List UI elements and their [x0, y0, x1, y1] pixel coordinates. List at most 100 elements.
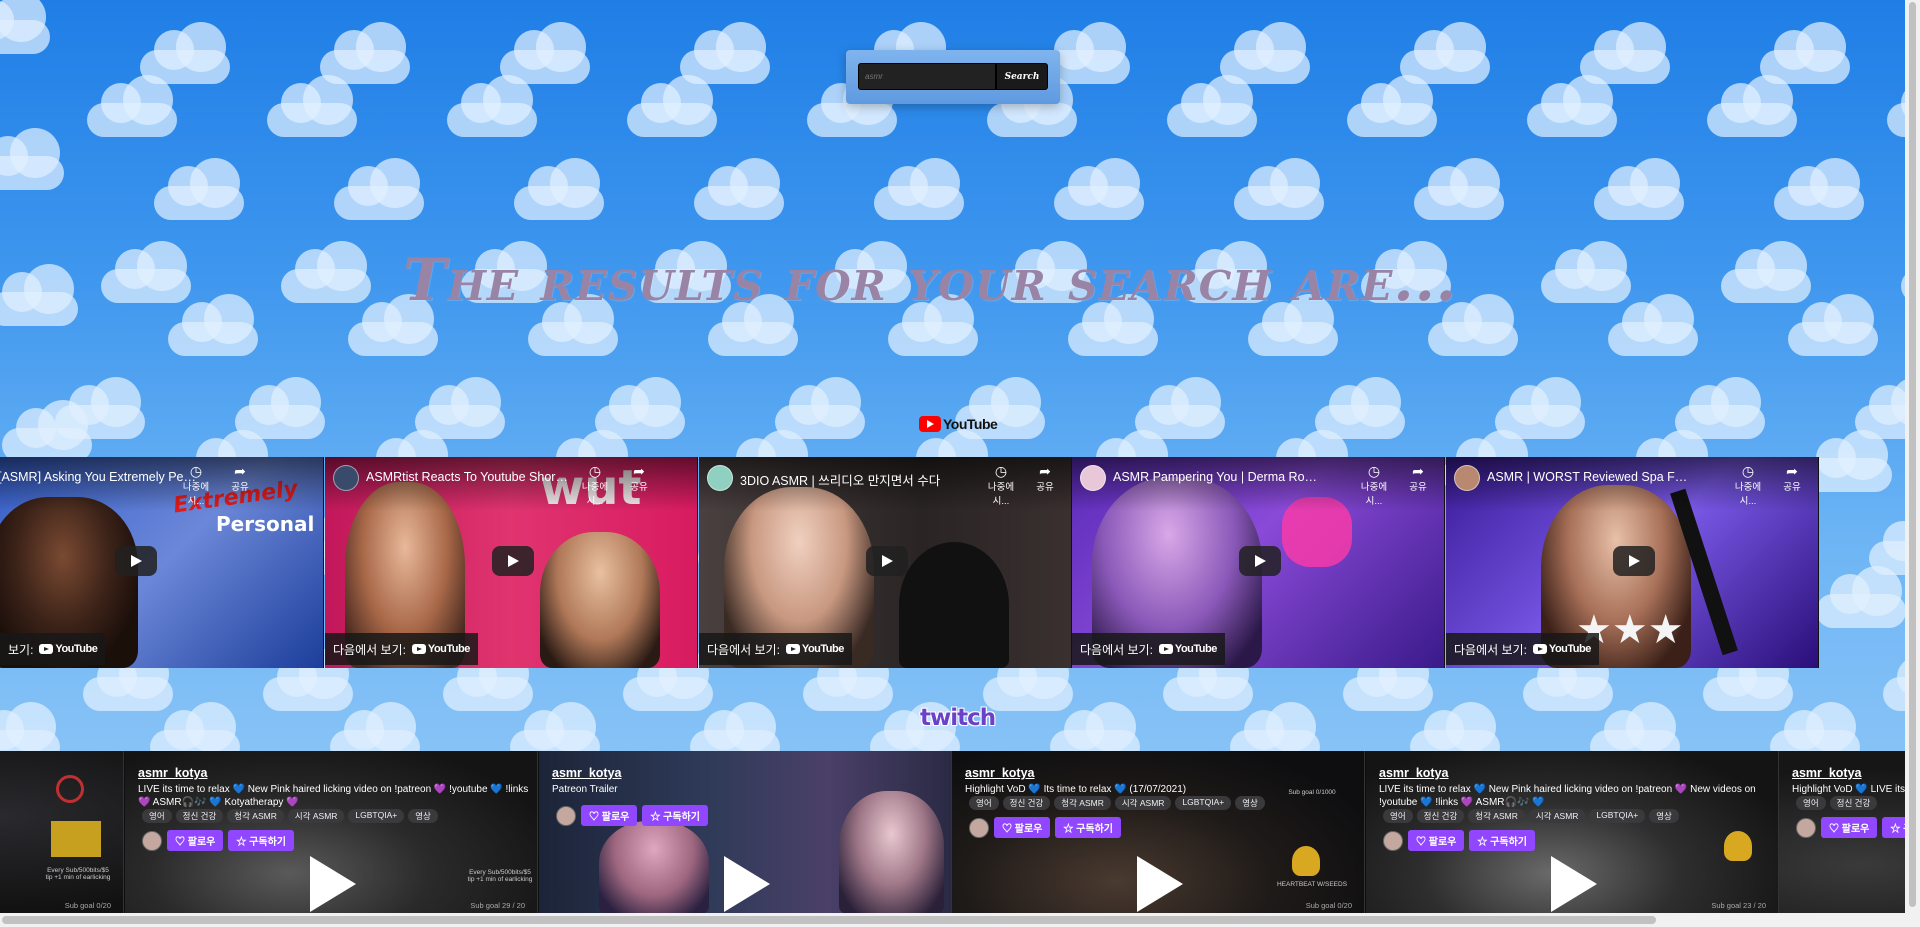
watch-on-youtube[interactable]: 보기: YouTube [0, 633, 106, 665]
share-button[interactable]: ➦ 공유 [619, 463, 659, 493]
twitch-stream-card[interactable]: asmr_kotya Patreon Trailer ♡ 팔로우 ☆ 구독하기 [539, 751, 952, 914]
tag[interactable]: 영어 [1796, 796, 1826, 810]
channel-name[interactable]: asmr_kotya [1379, 766, 1449, 780]
tag[interactable]: 시각 ASMR [1114, 796, 1172, 810]
star-icon: ☆ [236, 837, 250, 848]
share-button[interactable]: ➦ 공유 [1398, 463, 1438, 493]
youtube-video-card[interactable]: ★★★ ASMR | WORST Reviewed Spa Facial ◷ 나중… [1446, 457, 1819, 668]
subscribe-button[interactable]: ☆ 구독하기 [642, 805, 708, 826]
share-button[interactable]: ➦ 공유 [220, 463, 260, 493]
youtube-mini-logo: YouTube [39, 643, 98, 655]
play-icon[interactable] [1137, 856, 1183, 912]
video-title[interactable]: [ASMR] Asking You Extremely Person... [0, 470, 198, 484]
channel-avatar[interactable] [556, 805, 576, 826]
watch-later-button[interactable]: ◷ 나중에 시... [981, 463, 1021, 507]
share-button[interactable]: ➦ 공유 [1772, 463, 1812, 493]
search-button[interactable]: Search [996, 63, 1048, 90]
watch-later-button[interactable]: ◷ 나중에 시... [176, 463, 216, 507]
channel-name[interactable]: asmr_kotya [965, 766, 1035, 780]
tag[interactable]: LGBTQIA+ [1175, 796, 1232, 810]
tag[interactable]: 영어 [142, 809, 172, 823]
tag[interactable]: 청각 ASMR [1054, 796, 1111, 810]
subscribe-button[interactable]: ☆ 구독하기 [1469, 830, 1535, 851]
youtube-video-card[interactable]: 3DIO ASMR | 쓰리디오 만지면서 수다 ◷ 나중에 시... ➦ 공유 다… [699, 457, 1072, 668]
channel-avatar[interactable] [1454, 465, 1480, 491]
tag[interactable]: 정신 건강 [1829, 796, 1878, 810]
subscribe-button[interactable]: ☆ 구독하기 [1055, 817, 1121, 838]
video-title[interactable]: 3DIO ASMR | 쓰리디오 만지면서 수다 [740, 470, 945, 489]
share-button[interactable]: ➦ 공유 [1025, 463, 1065, 493]
video-title[interactable]: ASMRtist Reacts To Youtube Shorts A... [366, 470, 571, 484]
channel-avatar[interactable] [142, 830, 162, 851]
youtube-video-card[interactable]: ASMR Pampering You | Derma Rolling ... ◷… [1072, 457, 1445, 668]
channel-avatar[interactable] [1080, 465, 1106, 491]
play-button[interactable] [492, 546, 534, 576]
sub-goal: Sub goal 29 / 20 [470, 901, 525, 910]
subscribe-button[interactable]: ☆ 구독하기 [228, 830, 294, 851]
play-button[interactable] [115, 546, 157, 576]
watch-later-button[interactable]: ◷ 나중에 시... [575, 463, 615, 507]
channel-avatar[interactable] [1383, 830, 1403, 851]
vertical-scrollbar[interactable] [1905, 0, 1920, 927]
tag[interactable]: 청각 ASMR [227, 809, 284, 823]
youtube-mini-logo: YouTube [785, 643, 844, 655]
channel-avatar[interactable] [969, 817, 989, 838]
youtube-video-card[interactable]: wut ASMRtist Reacts To Youtube Shorts A.… [325, 457, 698, 668]
tag[interactable]: 영상 [1235, 796, 1265, 810]
horizontal-scrollbar[interactable] [0, 913, 1905, 927]
tag[interactable]: LGBTQIA+ [1589, 809, 1646, 823]
channel-avatar[interactable] [333, 465, 359, 491]
watch-on-youtube[interactable]: 다음에서 보기: YouTube [699, 633, 852, 665]
heart-icon: ♡ [1002, 824, 1015, 835]
tag[interactable]: 정신 건강 [1416, 809, 1465, 823]
tag[interactable]: 정신 건강 [1002, 796, 1051, 810]
follow-button[interactable]: ♡ 팔로우 [167, 830, 224, 851]
tag[interactable]: 영상 [408, 809, 438, 823]
follow-button[interactable]: ♡ 팔로우 [1408, 830, 1465, 851]
channel-avatar[interactable] [707, 465, 733, 491]
tag[interactable]: 시각 ASMR [1528, 809, 1586, 823]
tag[interactable]: LGBTQIA+ [348, 809, 405, 823]
twitch-stream-card[interactable]: asmr_kotya LIVE its time to relax 💙 New … [1366, 751, 1779, 914]
stream-tags: 영어 정신 건강 [1796, 796, 1878, 810]
watch-later-button[interactable]: ◷ 나중에 시... [1354, 463, 1394, 507]
play-button[interactable] [866, 546, 908, 576]
follow-button[interactable]: ♡ 팔로우 [581, 805, 638, 826]
watch-later-button[interactable]: ◷ 나중에 시... [1728, 463, 1768, 507]
vertical-scroll-thumb[interactable] [1909, 2, 1916, 907]
cloud [1527, 75, 1617, 137]
tag[interactable]: 영상 [1649, 809, 1679, 823]
tag[interactable]: 영어 [1383, 809, 1413, 823]
overlay-caption: Every Sub/500bits/$5 tip +1 min of earli… [467, 869, 533, 883]
play-icon[interactable] [1551, 856, 1597, 912]
tag[interactable]: 청각 ASMR [1468, 809, 1525, 823]
play-button[interactable] [1613, 546, 1655, 576]
play-icon[interactable] [724, 856, 770, 912]
follow-button[interactable]: ♡ 팔로우 [994, 817, 1051, 838]
horizontal-scroll-thumb[interactable] [2, 916, 1656, 924]
tag[interactable]: 정신 건강 [175, 809, 224, 823]
follow-button[interactable]: ♡ 팔로우 [1821, 817, 1878, 838]
youtube-video-card[interactable]: Extremely Personal [ASMR] Asking You Ext… [0, 457, 324, 668]
video-title[interactable]: ASMR Pampering You | Derma Rolling ... [1113, 470, 1318, 484]
watch-on-youtube[interactable]: 다음에서 보기: YouTube [325, 633, 478, 665]
subscribe-button[interactable]: ☆ 구독하기 [1882, 817, 1905, 838]
channel-name[interactable]: asmr_kotya [552, 766, 622, 780]
play-icon[interactable] [310, 856, 356, 912]
twitch-stream-card[interactable]: asmr_kotya Highlight VoD 💙 LIVE its ti..… [1779, 751, 1905, 914]
twitch-stream-card[interactable]: Every Sub/500bits/$5 tip +1 min of earli… [0, 751, 124, 914]
channel-name[interactable]: asmr_kotya [1792, 766, 1862, 780]
twitch-stream-card[interactable]: Sub goal 0/1000 HEARTBEAT W/SEEDS asmr_k… [952, 751, 1365, 914]
play-button[interactable] [1239, 546, 1281, 576]
channel-avatar[interactable] [1796, 817, 1816, 838]
clock-icon: ◷ [189, 463, 203, 479]
tag[interactable]: 시각 ASMR [287, 809, 345, 823]
search-input[interactable] [858, 63, 996, 90]
watch-on-youtube[interactable]: 다음에서 보기: YouTube [1446, 633, 1599, 665]
tag[interactable]: 영어 [969, 796, 999, 810]
channel-name[interactable]: asmr_kotya [138, 766, 208, 780]
twitch-stream-card[interactable]: Every Sub/500bits/$5 tip +1 min of earli… [125, 751, 538, 914]
video-title[interactable]: ASMR | WORST Reviewed Spa Facial [1487, 470, 1692, 484]
sub-goal: Sub goal 0/20 [64, 901, 111, 910]
watch-on-youtube[interactable]: 다음에서 보기: YouTube [1072, 633, 1225, 665]
